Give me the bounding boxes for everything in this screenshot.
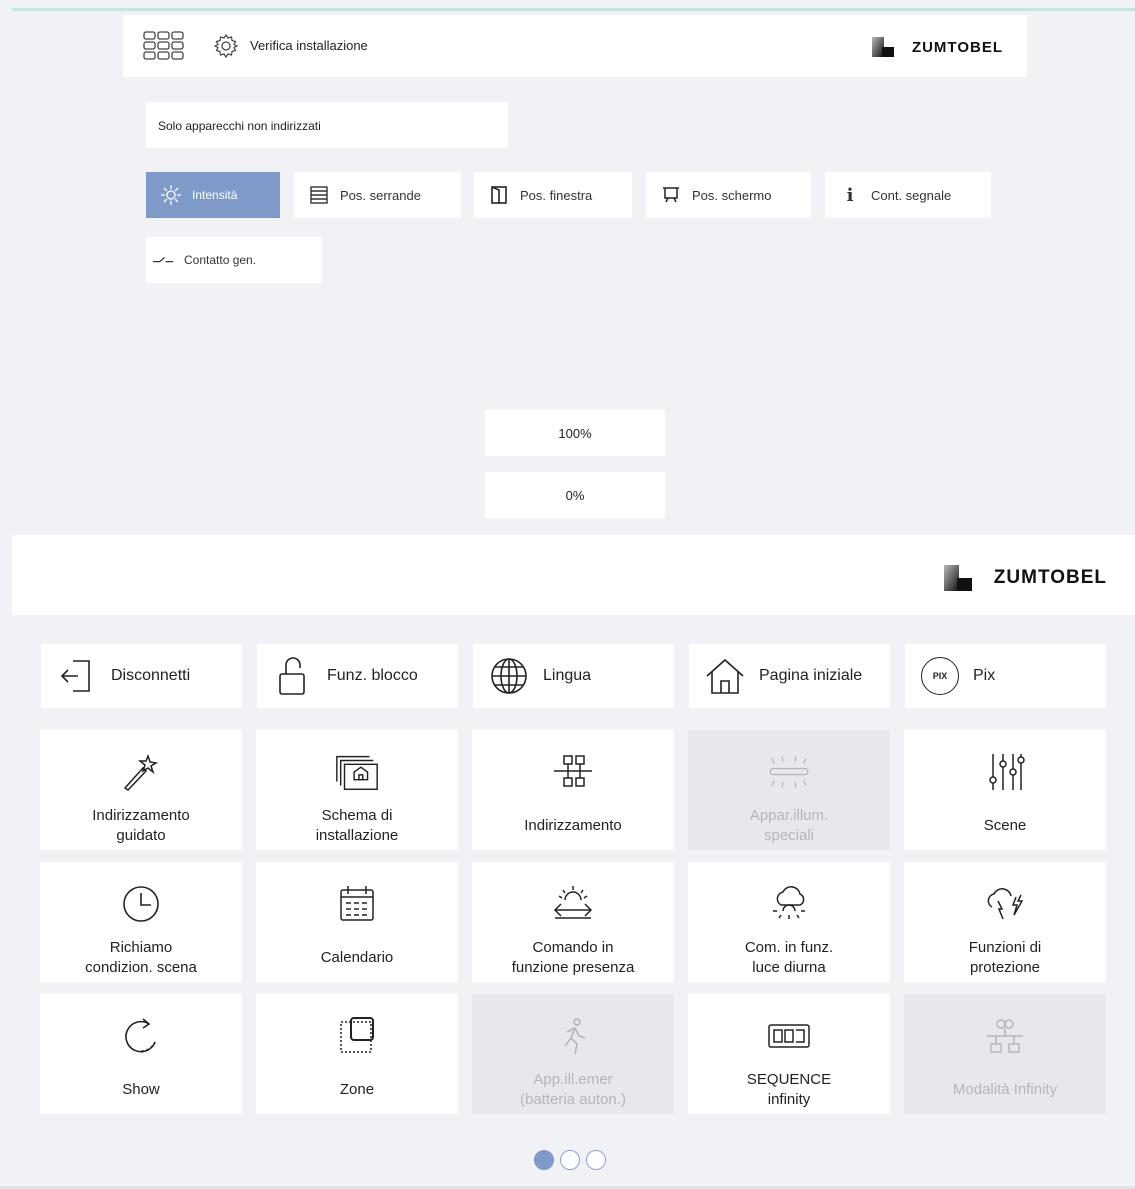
tile-label: Richiamo condizion. scena	[85, 939, 197, 976]
tile-addressing[interactable]: Indirizzamento	[472, 730, 674, 850]
brand-logo: ZUMTOBEL	[943, 565, 1107, 591]
chip-signal[interactable]: i Cont. segnale	[825, 172, 991, 218]
infinity-mode-icon	[981, 1012, 1029, 1060]
lock-function-button[interactable]: Funz. blocco	[257, 644, 458, 708]
tile-label: Indirizzamento guidato	[92, 807, 190, 844]
tile-installation-scheme[interactable]: Schema di installazione	[256, 730, 458, 850]
window-icon	[488, 184, 510, 206]
home-button[interactable]: Pagina iniziale	[689, 644, 890, 708]
tile-label: Scene	[983, 817, 1027, 834]
logout-icon	[57, 656, 97, 696]
tile-label: Funzioni di protezione	[968, 939, 1042, 976]
tile-label: App.ill.emer (batteria auton.)	[520, 1071, 626, 1108]
value-max[interactable]: 100%	[485, 410, 665, 456]
tile-infinity-mode[interactable]: Modalità Infinity	[904, 994, 1106, 1114]
magic-wand-icon	[117, 748, 165, 796]
gear-icon[interactable]	[213, 33, 239, 59]
chip-intensity[interactable]: Intensità	[146, 172, 280, 218]
lock-function-label: Funz. blocco	[327, 667, 418, 684]
chip-label: Cont. segnale	[871, 187, 952, 203]
chip-label: Pos. schermo	[692, 187, 772, 203]
tile-label: Calendario	[320, 949, 394, 966]
blinds-icon	[308, 184, 330, 206]
daylight-icon	[765, 880, 813, 928]
tile-label: Indirizzamento	[524, 817, 622, 834]
tile-guided-addressing[interactable]: Indirizzamento guidato	[40, 730, 242, 850]
top-accent-line	[12, 8, 1135, 11]
tile-scene-recall[interactable]: Richiamo condizion. scena	[40, 862, 242, 982]
pix-icon-text: PIX	[932, 671, 948, 681]
tile-presence-control[interactable]: Comando in funzione presenza	[472, 862, 674, 982]
tile-special-luminaires[interactable]: Appar.illum. speciali	[688, 730, 890, 850]
apps-grid-icon[interactable]	[143, 31, 185, 61]
language-button[interactable]: Lingua	[473, 644, 674, 708]
top-header: Verifica installazione ZUMTOBEL	[123, 15, 1027, 77]
chip-screen[interactable]: Pos. schermo	[646, 172, 811, 218]
home-icon	[705, 656, 745, 696]
zumtobel-logo-icon	[943, 565, 972, 591]
tile-sequence-infinity[interactable]: SEQUENCE infinity	[688, 994, 890, 1114]
floor-plan-icon	[333, 748, 381, 796]
calendar-icon	[333, 880, 381, 928]
zone-icon	[333, 1012, 381, 1060]
page-title: Verifica installazione	[250, 38, 368, 53]
pix-label: Pix	[973, 667, 996, 684]
tile-label: Comando in funzione presenza	[511, 939, 635, 976]
emergency-icon	[549, 1012, 597, 1060]
language-label: Lingua	[543, 667, 592, 684]
zumtobel-logo-icon	[871, 37, 894, 57]
protection-icon	[981, 880, 1029, 928]
chip-blinds[interactable]: Pos. serrande	[294, 172, 461, 218]
unlock-icon	[273, 656, 313, 696]
chip-window[interactable]: Pos. finestra	[474, 172, 632, 218]
chip-label: Intensità	[192, 188, 238, 202]
pagination	[534, 1150, 606, 1170]
pix-icon: PIX	[921, 657, 959, 695]
network-icon	[549, 748, 597, 796]
switch-contact-icon	[152, 249, 174, 271]
tile-label: Schema di installazione	[315, 807, 399, 844]
tile-label: Appar.illum. speciali	[749, 807, 829, 844]
screen-icon	[660, 184, 682, 206]
tile-label: Show	[122, 1081, 160, 1098]
logout-button[interactable]: Disconnetti	[41, 644, 242, 708]
tile-emergency-lighting[interactable]: App.ill.emer (batteria auton.)	[472, 994, 674, 1114]
tile-label: Com. in funz. luce diurna	[744, 939, 834, 976]
brand-name: ZUMTOBEL	[993, 567, 1107, 588]
sun-icon	[160, 184, 182, 206]
page-dot-3[interactable]	[586, 1150, 606, 1170]
page-dot-1[interactable]	[534, 1150, 554, 1170]
presence-icon	[549, 880, 597, 928]
tile-daylight-control[interactable]: Com. in funz. luce diurna	[688, 862, 890, 982]
tile-label: Zone	[339, 1081, 375, 1098]
sequence-icon	[765, 1012, 813, 1060]
info-icon: i	[846, 184, 854, 206]
special-luminaire-icon	[765, 748, 813, 796]
clock-icon	[117, 880, 165, 928]
tile-protection-functions[interactable]: Funzioni di protezione	[904, 862, 1106, 982]
tile-label: Modalità Infinity	[952, 1081, 1058, 1098]
brand-logo: ZUMTOBEL	[871, 36, 1003, 58]
chip-contact[interactable]: Contatto gen.	[146, 237, 322, 283]
bottom-header: ZUMTOBEL	[12, 535, 1135, 615]
globe-icon	[489, 656, 529, 696]
tile-label: SEQUENCE infinity	[746, 1071, 832, 1108]
pix-button[interactable]: PIX Pix	[905, 644, 1106, 708]
tile-zones[interactable]: Zone	[256, 994, 458, 1114]
filter-unaddressed[interactable]: Solo apparecchi non indirizzati	[146, 102, 508, 148]
chip-label: Pos. finestra	[520, 187, 593, 203]
chip-label: Contatto gen.	[184, 253, 257, 267]
tile-show[interactable]: Show	[40, 994, 242, 1114]
brand-name: ZUMTOBEL	[911, 38, 1003, 56]
home-label: Pagina iniziale	[759, 667, 863, 684]
value-min[interactable]: 0%	[485, 472, 665, 518]
chip-label: Pos. serrande	[340, 187, 421, 203]
logout-label: Disconnetti	[111, 667, 191, 684]
sliders-icon	[981, 748, 1029, 796]
tile-scenes[interactable]: Scene	[904, 730, 1106, 850]
page-dot-2[interactable]	[560, 1150, 580, 1170]
tile-calendar[interactable]: Calendario	[256, 862, 458, 982]
show-icon	[117, 1012, 165, 1060]
